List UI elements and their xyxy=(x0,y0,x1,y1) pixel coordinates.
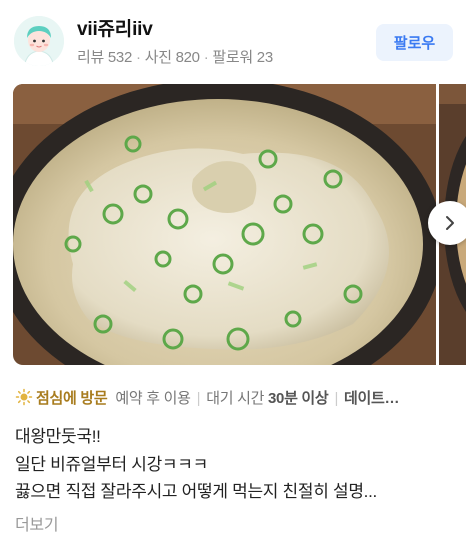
wait-label: 대기 시간 xyxy=(206,390,265,407)
visit-time-tag: 점심에 방문 xyxy=(36,390,108,407)
follow-button[interactable]: 팔로우 xyxy=(376,24,453,61)
review-line: 일단 비쥬얼부터 시강ㅋㅋㅋ xyxy=(15,454,208,474)
more-button[interactable]: 더보기 xyxy=(15,511,59,535)
reviewer-header: vii쥬리iiv 리뷰 532 · 사진 820 · 팔로워 23 팔로우 xyxy=(0,0,466,84)
review-line: 끓으면 직접 잘라주시고 어떻게 먹는지 친절히 설명... xyxy=(15,482,377,501)
username[interactable]: vii쥬리iiv xyxy=(77,14,153,41)
reservation-tag: 예약 후 이용 xyxy=(115,390,191,407)
next-photo-button[interactable] xyxy=(428,201,466,245)
visit-tags: 점심에 방문 예약 후 이용 | 대기 시간 30분 이상 | 데이트… xyxy=(15,387,455,411)
photo-carousel[interactable] xyxy=(13,84,466,365)
review-photo[interactable] xyxy=(13,84,436,365)
review-count: 리뷰 532 xyxy=(77,49,132,66)
avatar[interactable] xyxy=(14,16,64,66)
avatar-illustration xyxy=(14,16,64,66)
photo-count: 사진 820 xyxy=(144,49,200,66)
wait-value: 30분 이상 xyxy=(267,390,329,407)
reviewer-stats: 리뷰 532 · 사진 820 · 팔로워 23 xyxy=(77,49,273,66)
follower-count: 팔로워 23 xyxy=(212,49,273,66)
chevron-right-icon xyxy=(446,216,454,230)
purpose-tag: 데이트… xyxy=(344,390,400,407)
review-text[interactable]: 대왕만둣국!! 일단 비쥬얼부터 시강ㅋㅋㅋ 끓으면 직접 잘라주시고 어떻게 … xyxy=(15,423,455,506)
review-line: 대왕만둣국!! xyxy=(15,427,101,446)
sun-icon xyxy=(15,388,33,406)
